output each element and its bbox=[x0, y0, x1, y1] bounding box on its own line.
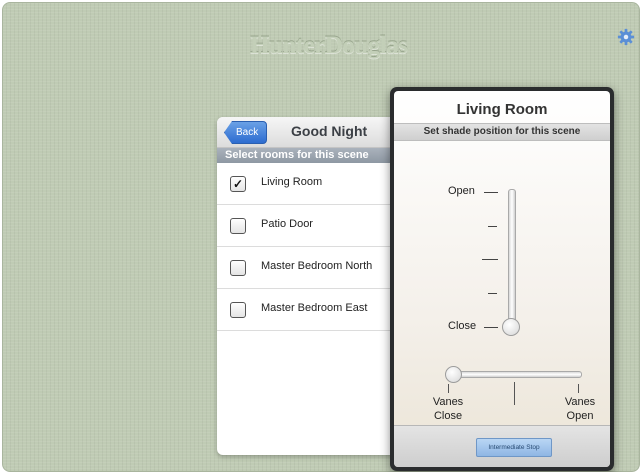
room-label: Patio Door bbox=[261, 218, 313, 230]
tick-mark bbox=[448, 384, 449, 393]
shade-room-title: Living Room bbox=[456, 101, 548, 118]
room-row-living-room[interactable]: ✓ Living Room bbox=[217, 163, 407, 205]
shade-popover-content: Living Room Set shade position for this … bbox=[394, 91, 610, 467]
tick-mark bbox=[578, 384, 579, 393]
shade-position-slider-knob[interactable] bbox=[502, 318, 520, 336]
app-screen: HunterDouglas Back Good Night Select roo… bbox=[2, 2, 640, 472]
shade-subtitle: Set shade position for this scene bbox=[394, 123, 610, 141]
tick-mark bbox=[488, 226, 497, 227]
checkbox-unchecked[interactable] bbox=[230, 302, 246, 318]
shade-position-slider[interactable] bbox=[508, 189, 516, 331]
vanes-open-line2: Open bbox=[566, 410, 594, 422]
vanes-slider-knob[interactable] bbox=[445, 366, 462, 383]
room-row-master-bedroom-east[interactable]: Master Bedroom East bbox=[217, 289, 407, 331]
popover-footer: Intermediate Stop bbox=[394, 425, 610, 467]
vanes-open-line1: Vanes bbox=[564, 396, 596, 408]
vanes-open-label: Vanes Open bbox=[555, 395, 605, 423]
room-label: Living Room bbox=[261, 176, 323, 188]
checkbox-checked[interactable]: ✓ bbox=[230, 176, 246, 192]
tick-mark bbox=[488, 293, 497, 294]
room-row-master-bedroom-north[interactable]: Master Bedroom North bbox=[217, 247, 407, 289]
room-row-patio-door[interactable]: Patio Door bbox=[217, 205, 407, 247]
vanes-close-label: Vanes Close bbox=[423, 395, 473, 423]
vanes-close-line1: Vanes bbox=[432, 396, 464, 408]
room-label: Master Bedroom East bbox=[261, 302, 368, 314]
checkbox-unchecked[interactable] bbox=[230, 218, 246, 234]
vanes-slider[interactable] bbox=[450, 371, 582, 378]
section-header: Select rooms for this scene bbox=[217, 148, 407, 163]
tick-mark bbox=[484, 192, 498, 193]
tick-mark bbox=[514, 382, 515, 405]
back-button[interactable]: Back bbox=[224, 121, 268, 144]
tick-mark bbox=[484, 327, 498, 328]
tick-mark bbox=[482, 259, 498, 260]
vanes-close-line2: Close bbox=[433, 410, 463, 422]
brand-logo: HunterDouglas bbox=[250, 32, 408, 59]
close-label: Close bbox=[448, 320, 477, 332]
checkbox-unchecked[interactable] bbox=[230, 260, 246, 276]
shade-position-popover: Living Room Set shade position for this … bbox=[390, 87, 614, 471]
intermediate-stop-button[interactable]: Intermediate Stop bbox=[476, 438, 552, 457]
scene-nav-bar: Back Good Night bbox=[217, 117, 407, 148]
scene-title: Good Night bbox=[291, 123, 368, 139]
room-label: Master Bedroom North bbox=[261, 260, 373, 272]
open-label: Open bbox=[448, 185, 475, 197]
gear-icon[interactable] bbox=[617, 28, 635, 46]
scene-rooms-panel: Back Good Night Select rooms for this sc… bbox=[217, 117, 407, 455]
